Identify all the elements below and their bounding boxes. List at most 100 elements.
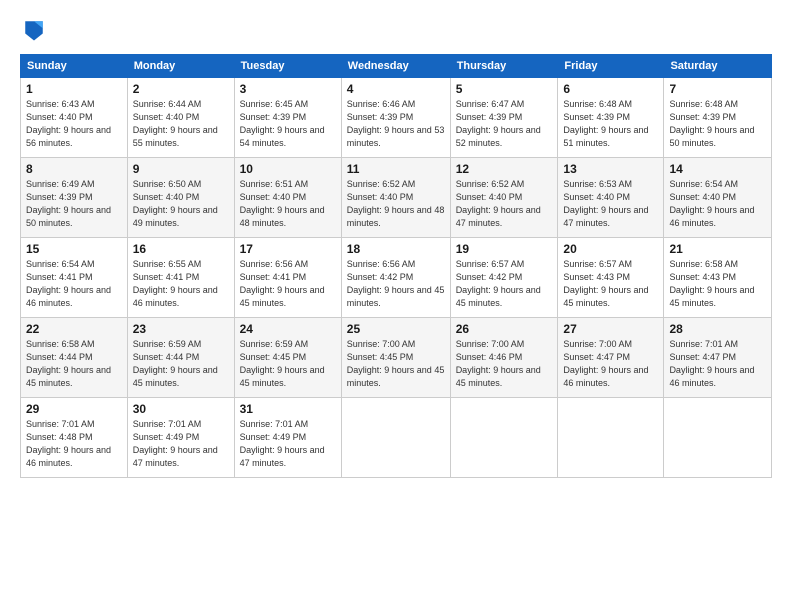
day-info: Sunrise: 6:53 AMSunset: 4:40 PMDaylight:… bbox=[563, 178, 658, 230]
calendar-cell-26: 26Sunrise: 7:00 AMSunset: 4:46 PMDayligh… bbox=[450, 318, 558, 398]
day-number: 9 bbox=[133, 162, 229, 176]
day-info: Sunrise: 6:44 AMSunset: 4:40 PMDaylight:… bbox=[133, 98, 229, 150]
calendar-cell-7: 7 Sunrise: 6:48 AMSunset: 4:39 PMDaylight… bbox=[664, 78, 772, 158]
day-number: 29 bbox=[26, 402, 122, 416]
day-number: 8 bbox=[26, 162, 122, 176]
day-number: 6 bbox=[563, 82, 658, 96]
empty-cell bbox=[558, 398, 664, 478]
day-info: Sunrise: 6:59 AMSunset: 4:44 PMDaylight:… bbox=[133, 338, 229, 390]
day-number: 10 bbox=[240, 162, 336, 176]
day-number: 22 bbox=[26, 322, 122, 336]
day-info: Sunrise: 6:48 AMSunset: 4:39 PMDaylight:… bbox=[669, 98, 766, 150]
day-info: Sunrise: 6:49 AMSunset: 4:39 PMDaylight:… bbox=[26, 178, 122, 230]
day-info: Sunrise: 6:46 AMSunset: 4:39 PMDaylight:… bbox=[347, 98, 445, 150]
empty-cell bbox=[341, 398, 450, 478]
calendar-table: SundayMondayTuesdayWednesdayThursdayFrid… bbox=[20, 54, 772, 478]
calendar-cell-27: 27 Sunrise: 7:00 AMSunset: 4:47 PMDayligh… bbox=[558, 318, 664, 398]
calendar-cell-16: 16 Sunrise: 6:55 AMSunset: 4:41 PMDayligh… bbox=[127, 238, 234, 318]
day-info: Sunrise: 7:00 AMSunset: 4:46 PMDaylight:… bbox=[456, 338, 553, 390]
day-number: 21 bbox=[669, 242, 766, 256]
day-info: Sunrise: 6:55 AMSunset: 4:41 PMDaylight:… bbox=[133, 258, 229, 310]
calendar-cell-6: 6 Sunrise: 6:48 AMSunset: 4:39 PMDaylight… bbox=[558, 78, 664, 158]
day-number: 25 bbox=[347, 322, 445, 336]
calendar-week-3: 15 Sunrise: 6:54 AMSunset: 4:41 PMDayligh… bbox=[21, 238, 772, 318]
calendar-cell-18: 18 Sunrise: 6:56 AMSunset: 4:42 PMDayligh… bbox=[341, 238, 450, 318]
day-info: Sunrise: 6:45 AMSunset: 4:39 PMDaylight:… bbox=[240, 98, 336, 150]
day-info: Sunrise: 7:01 AMSunset: 4:49 PMDaylight:… bbox=[133, 418, 229, 470]
calendar-cell-3: 3 Sunrise: 6:45 AMSunset: 4:39 PMDaylight… bbox=[234, 78, 341, 158]
day-info: Sunrise: 6:56 AMSunset: 4:41 PMDaylight:… bbox=[240, 258, 336, 310]
weekday-header-tuesday: Tuesday bbox=[234, 55, 341, 78]
day-number: 7 bbox=[669, 82, 766, 96]
day-info: Sunrise: 6:54 AMSunset: 4:40 PMDaylight:… bbox=[669, 178, 766, 230]
calendar-cell-8: 8 Sunrise: 6:49 AMSunset: 4:39 PMDaylight… bbox=[21, 158, 128, 238]
day-info: Sunrise: 7:00 AMSunset: 4:47 PMDaylight:… bbox=[563, 338, 658, 390]
calendar-cell-1: 1 Sunrise: 6:43 AMSunset: 4:40 PMDaylight… bbox=[21, 78, 128, 158]
calendar-cell-4: 4 Sunrise: 6:46 AMSunset: 4:39 PMDaylight… bbox=[341, 78, 450, 158]
calendar-cell-23: 23 Sunrise: 6:59 AMSunset: 4:44 PMDayligh… bbox=[127, 318, 234, 398]
day-info: Sunrise: 7:01 AMSunset: 4:47 PMDaylight:… bbox=[669, 338, 766, 390]
day-number: 18 bbox=[347, 242, 445, 256]
calendar-cell-31: 31 Sunrise: 7:01 AMSunset: 4:49 PMDayligh… bbox=[234, 398, 341, 478]
day-number: 16 bbox=[133, 242, 229, 256]
weekday-header-thursday: Thursday bbox=[450, 55, 558, 78]
calendar-week-4: 22 Sunrise: 6:58 AMSunset: 4:44 PMDayligh… bbox=[21, 318, 772, 398]
day-number: 13 bbox=[563, 162, 658, 176]
calendar-cell-17: 17 Sunrise: 6:56 AMSunset: 4:41 PMDayligh… bbox=[234, 238, 341, 318]
day-number: 11 bbox=[347, 162, 445, 176]
day-info: Sunrise: 7:00 AMSunset: 4:45 PMDaylight:… bbox=[347, 338, 445, 390]
day-number: 3 bbox=[240, 82, 336, 96]
calendar-header-row: SundayMondayTuesdayWednesdayThursdayFrid… bbox=[21, 55, 772, 78]
calendar-week-1: 1 Sunrise: 6:43 AMSunset: 4:40 PMDaylight… bbox=[21, 78, 772, 158]
day-number: 4 bbox=[347, 82, 445, 96]
day-number: 28 bbox=[669, 322, 766, 336]
calendar-cell-2: 2 Sunrise: 6:44 AMSunset: 4:40 PMDaylight… bbox=[127, 78, 234, 158]
calendar-cell-11: 11Sunrise: 6:52 AMSunset: 4:40 PMDayligh… bbox=[341, 158, 450, 238]
day-number: 15 bbox=[26, 242, 122, 256]
calendar-cell-13: 13 Sunrise: 6:53 AMSunset: 4:40 PMDayligh… bbox=[558, 158, 664, 238]
calendar-cell-14: 14Sunrise: 6:54 AMSunset: 4:40 PMDayligh… bbox=[664, 158, 772, 238]
day-info: Sunrise: 6:43 AMSunset: 4:40 PMDaylight:… bbox=[26, 98, 122, 150]
calendar-cell-20: 20Sunrise: 6:57 AMSunset: 4:43 PMDayligh… bbox=[558, 238, 664, 318]
day-number: 1 bbox=[26, 82, 122, 96]
day-info: Sunrise: 6:48 AMSunset: 4:39 PMDaylight:… bbox=[563, 98, 658, 150]
calendar-cell-12: 12Sunrise: 6:52 AMSunset: 4:40 PMDayligh… bbox=[450, 158, 558, 238]
day-number: 27 bbox=[563, 322, 658, 336]
weekday-header-sunday: Sunday bbox=[21, 55, 128, 78]
day-number: 23 bbox=[133, 322, 229, 336]
weekday-header-friday: Friday bbox=[558, 55, 664, 78]
day-number: 2 bbox=[133, 82, 229, 96]
day-info: Sunrise: 6:58 AMSunset: 4:43 PMDaylight:… bbox=[669, 258, 766, 310]
day-info: Sunrise: 6:50 AMSunset: 4:40 PMDaylight:… bbox=[133, 178, 229, 230]
page: SundayMondayTuesdayWednesdayThursdayFrid… bbox=[0, 0, 792, 612]
day-info: Sunrise: 7:01 AMSunset: 4:48 PMDaylight:… bbox=[26, 418, 122, 470]
day-number: 19 bbox=[456, 242, 553, 256]
day-info: Sunrise: 6:59 AMSunset: 4:45 PMDaylight:… bbox=[240, 338, 336, 390]
calendar-week-5: 29 Sunrise: 7:01 AMSunset: 4:48 PMDayligh… bbox=[21, 398, 772, 478]
logo bbox=[20, 16, 52, 44]
empty-cell bbox=[450, 398, 558, 478]
day-info: Sunrise: 6:54 AMSunset: 4:41 PMDaylight:… bbox=[26, 258, 122, 310]
day-info: Sunrise: 6:58 AMSunset: 4:44 PMDaylight:… bbox=[26, 338, 122, 390]
calendar-cell-10: 10 Sunrise: 6:51 AMSunset: 4:40 PMDayligh… bbox=[234, 158, 341, 238]
calendar-cell-21: 21 Sunrise: 6:58 AMSunset: 4:43 PMDayligh… bbox=[664, 238, 772, 318]
weekday-header-monday: Monday bbox=[127, 55, 234, 78]
calendar-cell-22: 22 Sunrise: 6:58 AMSunset: 4:44 PMDayligh… bbox=[21, 318, 128, 398]
day-number: 5 bbox=[456, 82, 553, 96]
calendar-cell-25: 25 Sunrise: 7:00 AMSunset: 4:45 PMDayligh… bbox=[341, 318, 450, 398]
day-info: Sunrise: 6:51 AMSunset: 4:40 PMDaylight:… bbox=[240, 178, 336, 230]
calendar-cell-28: 28 Sunrise: 7:01 AMSunset: 4:47 PMDayligh… bbox=[664, 318, 772, 398]
day-info: Sunrise: 6:56 AMSunset: 4:42 PMDaylight:… bbox=[347, 258, 445, 310]
weekday-header-wednesday: Wednesday bbox=[341, 55, 450, 78]
day-info: Sunrise: 6:57 AMSunset: 4:42 PMDaylight:… bbox=[456, 258, 553, 310]
day-number: 31 bbox=[240, 402, 336, 416]
day-number: 12 bbox=[456, 162, 553, 176]
day-number: 17 bbox=[240, 242, 336, 256]
calendar-cell-30: 30 Sunrise: 7:01 AMSunset: 4:49 PMDayligh… bbox=[127, 398, 234, 478]
calendar-cell-19: 19 Sunrise: 6:57 AMSunset: 4:42 PMDayligh… bbox=[450, 238, 558, 318]
day-number: 30 bbox=[133, 402, 229, 416]
day-info: Sunrise: 6:47 AMSunset: 4:39 PMDaylight:… bbox=[456, 98, 553, 150]
calendar-cell-5: 5 Sunrise: 6:47 AMSunset: 4:39 PMDaylight… bbox=[450, 78, 558, 158]
day-number: 20 bbox=[563, 242, 658, 256]
day-info: Sunrise: 7:01 AMSunset: 4:49 PMDaylight:… bbox=[240, 418, 336, 470]
